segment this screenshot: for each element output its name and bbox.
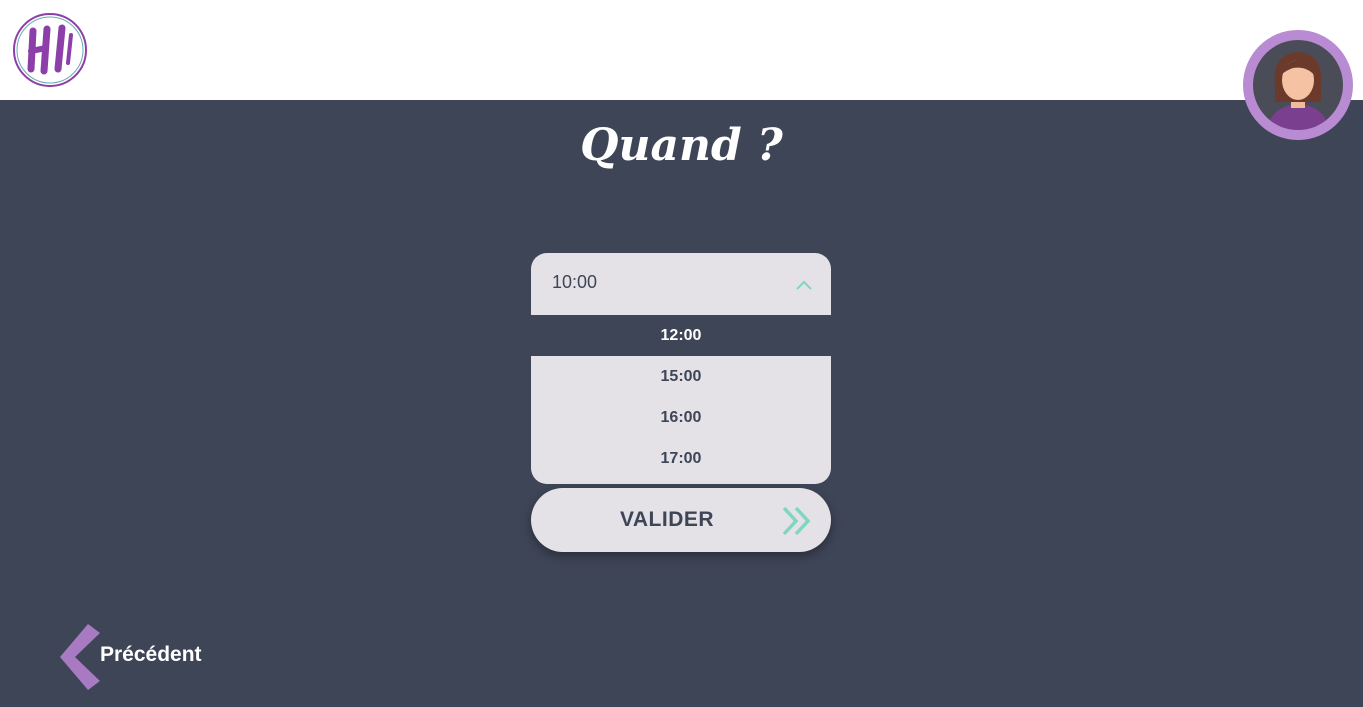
time-option-1500[interactable]: 15:00 [531, 356, 831, 397]
hi-logo-icon[interactable] [11, 11, 89, 89]
time-option-1700[interactable]: 17:00 [531, 438, 831, 479]
header-bar [0, 0, 1363, 100]
validate-button[interactable]: VALIDER [531, 488, 831, 552]
previous-button-label: Précédent [100, 643, 202, 666]
time-option-1200[interactable]: 12:00 [531, 315, 831, 356]
time-select[interactable]: 10:00 12:00 15:00 16:00 17:00 [531, 253, 831, 484]
chevron-left-icon [58, 623, 102, 696]
page-title: Quand ? [580, 120, 783, 171]
time-select-current[interactable]: 10:00 [531, 253, 831, 315]
validate-button-label: VALIDER [619, 508, 715, 531]
previous-button[interactable]: Précédent [58, 623, 218, 691]
selected-time-value: 10:00 [552, 272, 598, 292]
chevron-up-icon[interactable] [796, 277, 812, 295]
double-chevron-right-icon [781, 505, 813, 542]
time-option-1600[interactable]: 16:00 [531, 397, 831, 438]
